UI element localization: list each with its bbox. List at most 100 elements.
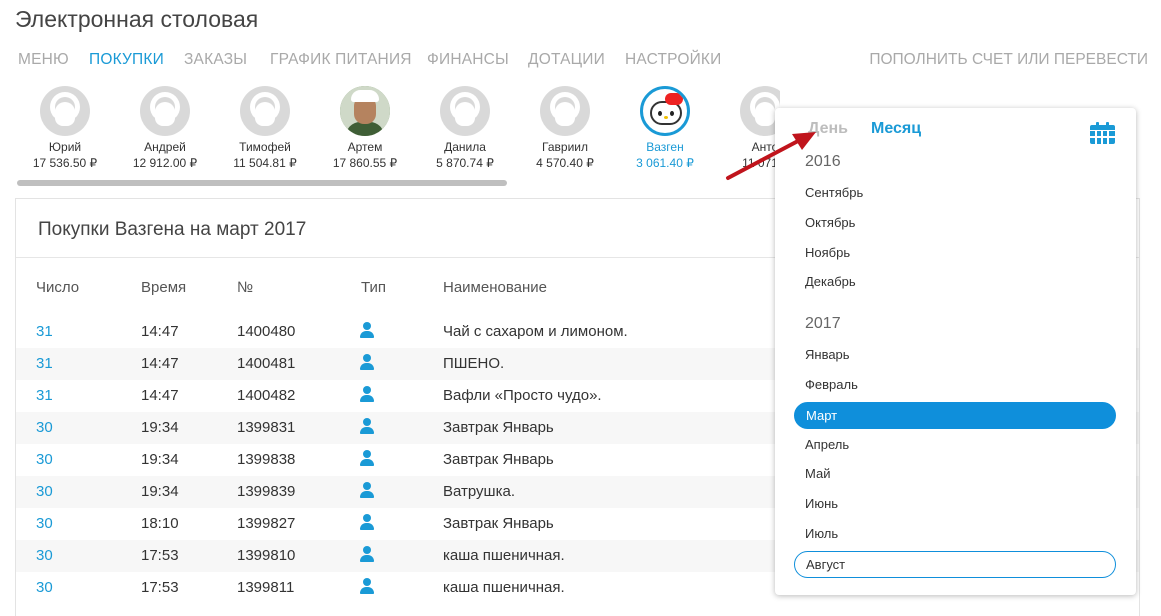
default-avatar-icon	[440, 86, 490, 136]
month-option[interactable]: Ноябрь	[805, 245, 850, 260]
tab-month[interactable]: Месяц	[871, 120, 921, 138]
app-title: Электронная столовая	[15, 6, 259, 32]
child-balance: 12 912.00 ₽	[132, 156, 198, 170]
year-label: 2016	[805, 153, 841, 170]
cell-time: 14:47	[141, 387, 179, 404]
person-icon	[360, 354, 374, 370]
cell-day[interactable]: 30	[36, 579, 53, 596]
cell-time: 17:53	[141, 547, 179, 564]
child-name: Гавриил	[542, 140, 588, 154]
cell-day[interactable]: 31	[36, 387, 53, 404]
cell-name: Чай с сахаром и лимоном.	[443, 323, 628, 340]
child-name: Вазген	[646, 140, 684, 154]
month-option[interactable]: Май	[805, 466, 830, 481]
child-name: Андрей	[144, 140, 186, 154]
nav-item-meal-schedule[interactable]: График питания	[270, 51, 412, 69]
child-balance: 5 870.74 ₽	[436, 156, 494, 170]
cell-day[interactable]: 30	[36, 419, 53, 436]
month-option-selected[interactable]: Март	[794, 402, 1116, 429]
child-card[interactable]: Андрей 12 912.00 ₽	[115, 86, 215, 170]
cell-number: 1400480	[237, 323, 296, 340]
cell-name: ПШЕНО.	[443, 355, 505, 372]
nav-item-subsidies[interactable]: Дотации	[528, 51, 605, 69]
cell-number: 1399831	[237, 419, 296, 436]
column-header-name[interactable]: Наименование	[443, 279, 547, 296]
column-header-day[interactable]: Число	[36, 279, 79, 296]
month-option[interactable]: Июль	[805, 526, 838, 541]
default-avatar-icon	[540, 86, 590, 136]
child-card[interactable]: Гавриил 4 570.40 ₽	[515, 86, 615, 170]
child-balance: 11 071.0	[742, 156, 780, 170]
person-icon	[360, 322, 374, 338]
child-balance: 17 536.50 ₽	[32, 156, 98, 170]
cell-time: 19:34	[141, 419, 179, 436]
main-nav: Меню Покупки Заказы График питания Финан…	[18, 51, 1148, 71]
default-avatar-icon	[140, 86, 190, 136]
person-icon	[360, 418, 374, 434]
month-option[interactable]: Сентябрь	[805, 185, 863, 200]
cell-number: 1399839	[237, 483, 296, 500]
child-card[interactable]: Артем 17 860.55 ₽	[315, 86, 415, 170]
child-balance: 11 504.81 ₽	[233, 156, 297, 170]
tab-day[interactable]: День	[808, 120, 848, 138]
period-picker-dropdown: День Месяц 2016 Сентябрь Октябрь Ноябрь …	[775, 108, 1136, 595]
child-card[interactable]: Данила 5 870.74 ₽	[415, 86, 515, 170]
column-header-number[interactable]: №	[237, 279, 253, 296]
cell-day[interactable]: 30	[36, 483, 53, 500]
child-name: Анто	[751, 140, 779, 154]
nav-item-orders[interactable]: Заказы	[184, 51, 247, 69]
column-header-time[interactable]: Время	[141, 279, 186, 296]
month-option[interactable]: Апрель	[805, 437, 849, 452]
child-balance: 4 570.40 ₽	[536, 156, 594, 170]
cell-name: Завтрак Январь	[443, 419, 554, 436]
panel-title: Покупки Вазгена на март 2017	[38, 219, 307, 240]
carousel-scrollbar[interactable]	[17, 180, 507, 186]
default-avatar-icon	[740, 86, 780, 136]
cell-name: каша пшеничная.	[443, 579, 565, 596]
avatar-photo	[340, 86, 390, 136]
child-name: Юрий	[48, 140, 82, 154]
person-icon	[360, 450, 374, 466]
month-option[interactable]: Октябрь	[805, 215, 855, 230]
person-icon	[360, 386, 374, 402]
child-card[interactable]: Тимофей 11 504.81 ₽	[215, 86, 315, 170]
cell-name: Завтрак Январь	[443, 515, 554, 532]
month-option[interactable]: Июнь	[805, 496, 838, 511]
nav-item-menu[interactable]: Меню	[18, 51, 69, 69]
topup-transfer-link[interactable]: Пополнить счет или перевести	[869, 51, 1148, 69]
cell-name: каша пшеничная.	[443, 547, 565, 564]
child-name: Тимофей	[239, 140, 291, 154]
person-icon	[360, 514, 374, 530]
child-card-selected[interactable]: Вазген 3 061.40 ₽	[615, 86, 715, 170]
month-option-focused[interactable]: Август	[794, 551, 1116, 578]
cell-number: 1399838	[237, 451, 296, 468]
person-icon	[360, 546, 374, 562]
cell-name: Вафли «Просто чудо».	[443, 387, 602, 404]
child-balance: 17 860.55 ₽	[332, 156, 398, 170]
nav-item-purchases[interactable]: Покупки	[89, 51, 164, 69]
cell-day[interactable]: 31	[36, 355, 53, 372]
column-header-type[interactable]: Тип	[361, 279, 386, 296]
cell-day[interactable]: 30	[36, 515, 53, 532]
cell-number: 1400482	[237, 387, 296, 404]
child-card[interactable]: Юрий 17 536.50 ₽	[15, 86, 115, 170]
cell-day[interactable]: 30	[36, 547, 53, 564]
default-avatar-icon	[40, 86, 90, 136]
cell-time: 17:53	[141, 579, 179, 596]
cell-time: 14:47	[141, 355, 179, 372]
month-option[interactable]: Декабрь	[805, 274, 856, 289]
child-name: Артем	[347, 140, 383, 154]
cell-number: 1399827	[237, 515, 296, 532]
nav-item-finances[interactable]: Финансы	[427, 51, 509, 69]
cell-name: Завтрак Январь	[443, 451, 554, 468]
cell-day[interactable]: 31	[36, 323, 53, 340]
calendar-icon[interactable]	[1090, 122, 1115, 144]
person-icon	[360, 482, 374, 498]
children-carousel: Юрий 17 536.50 ₽ Андрей 12 912.00 ₽ Тимо…	[0, 86, 780, 186]
month-option[interactable]: Февраль	[805, 377, 858, 392]
cell-day[interactable]: 30	[36, 451, 53, 468]
month-option[interactable]: Январь	[805, 347, 850, 362]
cell-number: 1400481	[237, 355, 296, 372]
child-card[interactable]: Анто 11 071.0	[715, 86, 780, 170]
nav-item-settings[interactable]: Настройки	[625, 51, 722, 69]
